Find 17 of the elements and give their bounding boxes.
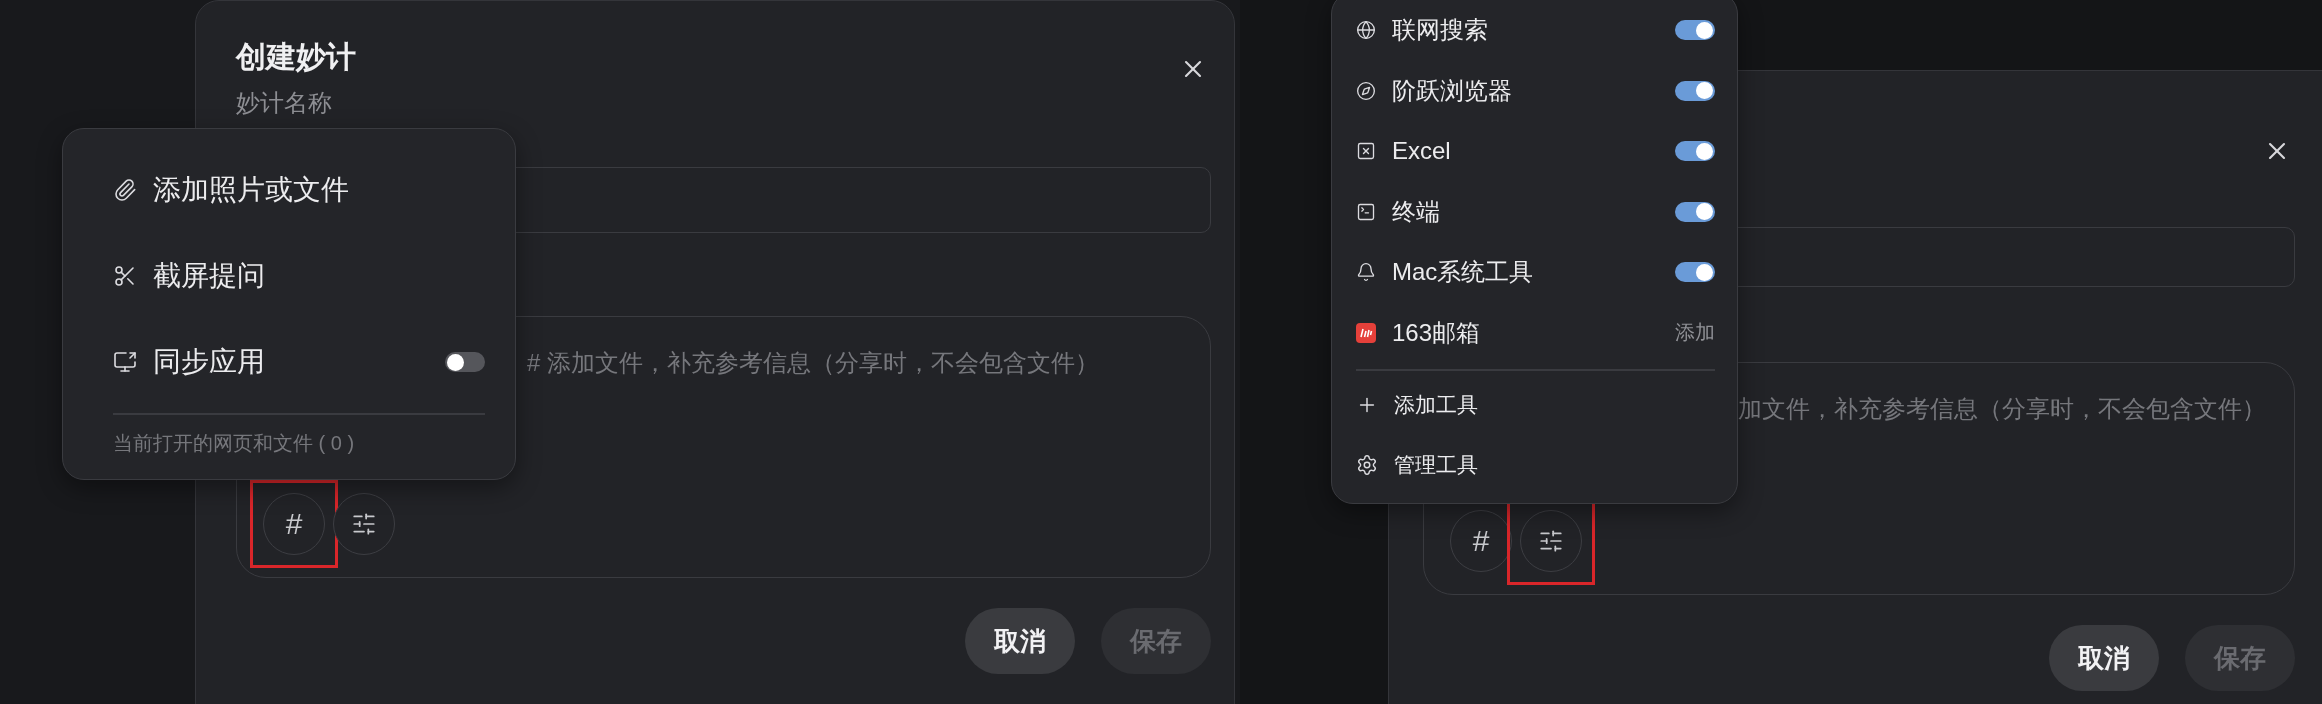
- menu-item-label[interactable]: 添加照片或文件: [153, 171, 485, 209]
- menu-item-label[interactable]: 阶跃浏览器: [1392, 74, 1659, 107]
- hashtag-button[interactable]: #: [1450, 510, 1512, 572]
- hashtag-button[interactable]: #: [263, 493, 325, 555]
- menu-item-label[interactable]: 163邮箱: [1392, 316, 1659, 349]
- menu-item-label[interactable]: 联网搜索: [1392, 14, 1659, 47]
- menu-item-label[interactable]: Excel: [1392, 137, 1659, 166]
- menu-item-label[interactable]: 终端: [1392, 195, 1659, 228]
- note-placeholder: 加文件，补充参考信息（分享时，不会包含文件）: [1738, 394, 2267, 424]
- menu-item-label[interactable]: Mac系统工具: [1392, 256, 1659, 289]
- field-label: 妙计名称: [236, 89, 333, 117]
- note-placeholder: # 添加文件，补充参考信息（分享时，不会包含文件）: [527, 348, 1100, 378]
- cancel-button[interactable]: 取消: [2049, 625, 2159, 691]
- menu-item-label[interactable]: 截屏提问: [153, 257, 485, 295]
- dialog-title: 创建妙计: [236, 39, 356, 75]
- add-link[interactable]: 添加: [1675, 319, 1715, 347]
- cancel-button[interactable]: 取消: [965, 608, 1075, 674]
